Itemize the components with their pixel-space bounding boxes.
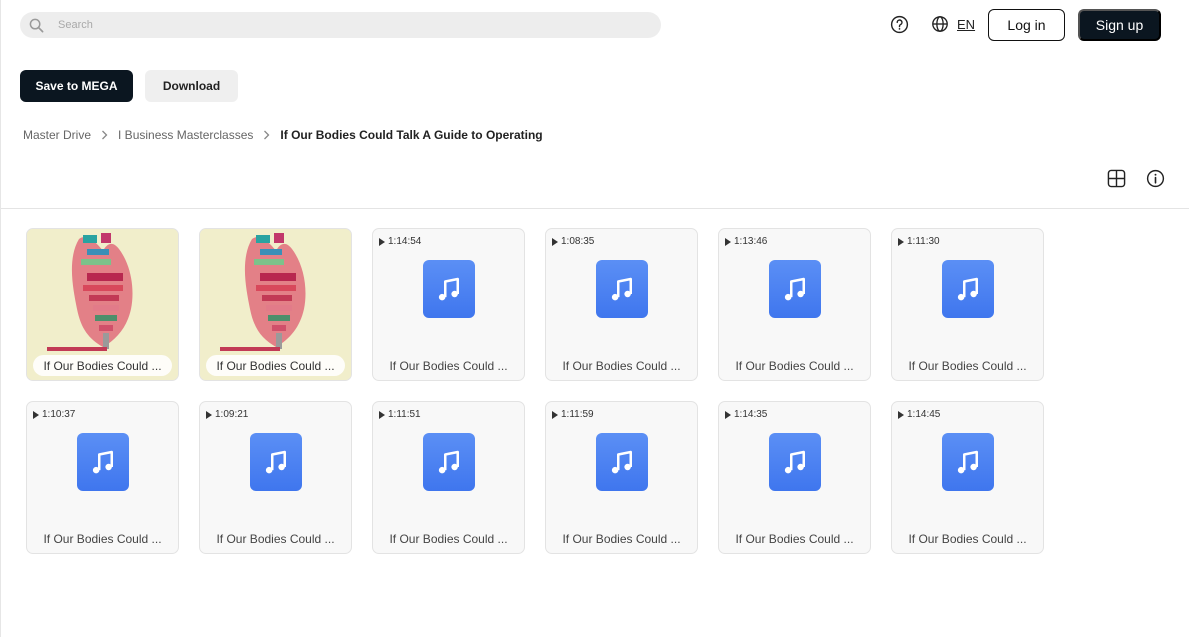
music-note-icon [595, 260, 648, 318]
duration-badge: 1:09:21 [206, 409, 248, 420]
duration-label: 1:09:21 [215, 409, 249, 420]
file-name: If Our Bodies Could ... [206, 355, 345, 376]
file-grid: If Our Bodies Could ... If Our Bodies Cou… [26, 228, 1044, 554]
duration-badge: 1:14:54 [379, 236, 421, 247]
audio-file-card[interactable]: 1:13:46 If Our Bodies Could ... [718, 228, 871, 381]
file-name: If Our Bodies Could ... [562, 359, 681, 373]
file-name: If Our Bodies Could ... [389, 532, 508, 546]
duration-label: 1:08:35 [561, 236, 595, 247]
duration-label: 1:14:35 [734, 409, 768, 420]
image-file-card[interactable]: If Our Bodies Could ... [26, 228, 179, 381]
duration-label: 1:11:59 [561, 409, 594, 420]
image-file-card[interactable]: If Our Bodies Could ... [199, 228, 352, 381]
breadcrumb-item-folder[interactable]: I Business Masterclasses [118, 128, 253, 142]
search-icon [29, 18, 44, 32]
duration-label: 1:14:45 [907, 409, 941, 420]
duration-badge: 1:10:37 [33, 409, 75, 420]
file-name: If Our Bodies Could ... [389, 359, 508, 373]
login-button[interactable]: Log in [988, 9, 1065, 41]
audio-file-card[interactable]: 1:14:54 If Our Bodies Could ... [372, 228, 525, 381]
audio-file-card[interactable]: 1:09:21 If Our Bodies Could ... [199, 401, 352, 554]
play-icon [379, 410, 385, 419]
audio-file-card[interactable]: 1:14:45 If Our Bodies Could ... [891, 401, 1044, 554]
info-icon[interactable] [1146, 169, 1165, 188]
play-icon [725, 410, 731, 419]
breadcrumb-item-root[interactable]: Master Drive [23, 128, 91, 142]
music-note-icon [422, 433, 475, 491]
save-to-mega-button[interactable]: Save to MEGA [20, 70, 133, 102]
globe-icon [932, 16, 948, 32]
duration-badge: 1:13:46 [725, 236, 767, 247]
play-icon [206, 410, 212, 419]
download-button[interactable]: Download [145, 70, 238, 102]
language-label[interactable]: EN [957, 17, 975, 32]
audio-file-card[interactable]: 1:11:51 If Our Bodies Could ... [372, 401, 525, 554]
music-note-icon [941, 433, 994, 491]
music-note-icon [768, 260, 821, 318]
duration-badge: 1:11:30 [898, 236, 940, 247]
play-icon [33, 410, 39, 419]
duration-badge: 1:08:35 [552, 236, 594, 247]
chevron-right-icon [101, 130, 108, 140]
audio-file-card[interactable]: 1:08:35 If Our Bodies Could ... [545, 228, 698, 381]
audio-file-card[interactable]: 1:11:30 If Our Bodies Could ... [891, 228, 1044, 381]
duration-label: 1:11:51 [388, 409, 421, 420]
language-selector[interactable]: EN [931, 15, 975, 33]
breadcrumb: Master Drive I Business Masterclasses If… [23, 128, 543, 142]
divider [1, 208, 1189, 209]
search-bar[interactable] [20, 12, 661, 38]
file-name: If Our Bodies Could ... [735, 532, 854, 546]
file-name: If Our Bodies Could ... [735, 359, 854, 373]
grid-view-icon[interactable] [1107, 169, 1126, 188]
chevron-right-icon [263, 130, 270, 140]
play-icon [379, 237, 385, 246]
play-icon [898, 410, 904, 419]
duration-badge: 1:11:51 [379, 409, 421, 420]
file-name: If Our Bodies Could ... [216, 532, 335, 546]
duration-label: 1:14:54 [388, 236, 422, 247]
file-name: If Our Bodies Could ... [908, 359, 1027, 373]
duration-badge: 1:14:45 [898, 409, 940, 420]
duration-label: 1:11:30 [907, 236, 940, 247]
music-note-icon [595, 433, 648, 491]
music-note-icon [768, 433, 821, 491]
file-name: If Our Bodies Could ... [908, 532, 1027, 546]
file-name: If Our Bodies Could ... [43, 532, 162, 546]
audio-file-card[interactable]: 1:10:37 If Our Bodies Could ... [26, 401, 179, 554]
duration-label: 1:10:37 [42, 409, 76, 420]
audio-file-card[interactable]: 1:11:59 If Our Bodies Could ... [545, 401, 698, 554]
music-note-icon [941, 260, 994, 318]
duration-label: 1:13:46 [734, 236, 768, 247]
play-icon [725, 237, 731, 246]
play-icon [898, 237, 904, 246]
music-note-icon [249, 433, 302, 491]
signup-button[interactable]: Sign up [1078, 9, 1161, 41]
search-input[interactable] [58, 19, 618, 31]
play-icon [552, 237, 558, 246]
play-icon [552, 410, 558, 419]
duration-badge: 1:14:35 [725, 409, 767, 420]
file-name: If Our Bodies Could ... [33, 355, 172, 376]
file-name: If Our Bodies Could ... [562, 532, 681, 546]
breadcrumb-item-current: If Our Bodies Could Talk A Guide to Oper… [280, 128, 543, 142]
music-note-icon [422, 260, 475, 318]
music-note-icon [76, 433, 129, 491]
audio-file-card[interactable]: 1:14:35 If Our Bodies Could ... [718, 401, 871, 554]
help-icon[interactable] [890, 15, 909, 34]
duration-badge: 1:11:59 [552, 409, 594, 420]
